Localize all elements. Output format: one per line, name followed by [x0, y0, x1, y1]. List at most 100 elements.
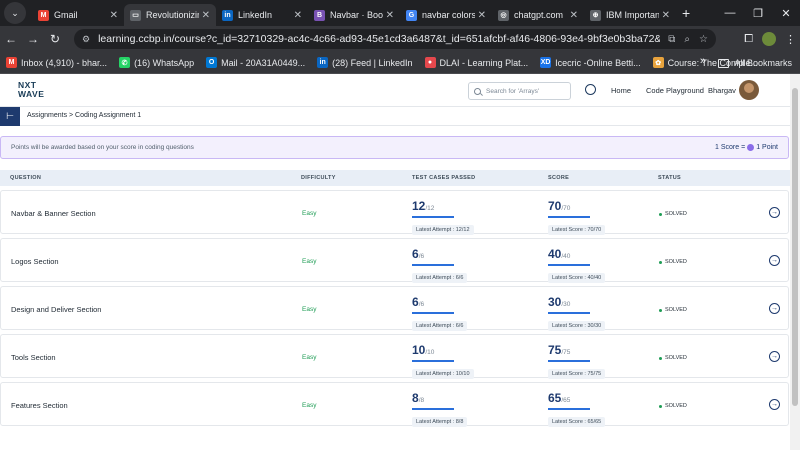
status-badge: SOLVED — [659, 211, 687, 217]
status-text: SOLVED — [665, 211, 687, 217]
status-badge: SOLVED — [659, 355, 687, 361]
page-scrollbar[interactable] — [790, 74, 800, 450]
status-dot-icon — [659, 260, 662, 264]
whatsapp-icon: ✆ — [119, 57, 131, 68]
points-info-text: Points will be awarded based on your sco… — [11, 144, 194, 151]
tab-search-icon[interactable]: ⌄ — [4, 2, 26, 24]
tab-close-icon[interactable]: ✕ — [570, 10, 578, 21]
question-name[interactable]: Logos Section — [11, 257, 59, 266]
difficulty-label: Easy — [302, 402, 317, 409]
coin-icon — [747, 144, 755, 151]
tab-close-icon[interactable]: ✕ — [294, 10, 302, 21]
test-cases-total: /6 — [418, 253, 425, 260]
bookmark-label: Mail - 20A31A0449... — [221, 57, 306, 68]
test-cases-cell: 8/8 Latest Attempt : 8/8 — [412, 389, 468, 428]
bootstrap-icon: B — [314, 9, 325, 21]
score-progress-bar — [548, 216, 590, 218]
test-cases-progress-bar — [412, 216, 454, 218]
difficulty-label: Easy — [302, 210, 317, 217]
browser-tab[interactable]: Gnavbar colors ✕ — [400, 4, 492, 26]
score-cell: 40/40 Latest Score : 40/40 — [548, 245, 606, 284]
latest-attempt: Latest Attempt : 6/6 — [412, 321, 468, 331]
score-point-ratio: 1 Score = 1 Point — [715, 144, 778, 151]
breadcrumb[interactable]: Assignments > Coding Assignment 1 — [27, 112, 141, 119]
browser-tabs: MGmail✕▭Revolutionizing✕inLinkedIn✕BNavb… — [32, 0, 676, 26]
chrome-menu-icon[interactable]: ⋮ — [785, 33, 796, 46]
question-name[interactable]: Tools Section — [11, 353, 56, 362]
new-tab-icon[interactable]: + — [682, 5, 690, 21]
dlai-icon: ● — [424, 57, 436, 68]
user-avatar[interactable] — [739, 80, 759, 100]
tab-close-icon[interactable]: ✕ — [386, 10, 394, 21]
site-info-icon[interactable]: ⚙ — [82, 34, 90, 45]
table-row[interactable]: Logos Section Easy 6/6 Latest Attempt : 6/6… — [0, 238, 789, 284]
minimize-icon[interactable]: — — [716, 7, 744, 19]
question-name[interactable]: Features Section — [11, 401, 68, 410]
chrome-profile-avatar[interactable] — [762, 32, 776, 46]
bookmark-label: DLAI - Learning Plat... — [439, 57, 529, 68]
nav-home-link[interactable]: Home — [611, 86, 631, 95]
more-bookmarks-icon[interactable]: » — [700, 55, 706, 67]
browser-tab[interactable]: M Gmail ✕ — [32, 4, 124, 26]
close-window-icon[interactable]: ✕ — [772, 7, 800, 20]
question-name[interactable]: Design and Deliver Section — [11, 305, 101, 314]
browser-tab[interactable]: ⊕ IBM Important ✕ — [584, 4, 676, 26]
open-in-app-icon[interactable]: ⧉ — [668, 34, 675, 45]
restore-icon[interactable]: ❐ — [744, 7, 772, 20]
open-question-arrow-icon[interactable]: → — [769, 303, 780, 314]
browser-tab[interactable]: in LinkedIn ✕ — [216, 4, 308, 26]
streak-icon[interactable] — [585, 84, 596, 95]
tab-close-icon[interactable]: ✕ — [110, 10, 118, 21]
folder-icon — [718, 58, 730, 68]
extensions-icon[interactable]: ⧠ — [744, 33, 753, 46]
bookmark-item[interactable]: ● DLAI - Learning Plat... — [424, 57, 529, 68]
all-bookmarks-button[interactable]: All Bookmarks — [718, 52, 792, 74]
bookmark-item[interactable]: in (28) Feed | LinkedIn — [317, 57, 413, 68]
bookmark-star-icon[interactable]: ☆ — [699, 34, 708, 45]
tab-close-icon[interactable]: ✕ — [662, 10, 670, 21]
browser-tab[interactable]: ▭ Revolutionizing✕ — [124, 4, 216, 26]
tab-close-icon[interactable]: ✕ — [202, 10, 210, 21]
tab-close-icon[interactable]: ✕ — [478, 10, 486, 21]
bookmark-item[interactable]: M Inbox (4,910) - bhar... — [6, 57, 107, 68]
address-bar[interactable]: ⚙ learning.ccbp.in/course?c_id=32710329-… — [74, 29, 716, 49]
nav-code-playground-link[interactable]: Code Playground — [646, 86, 704, 95]
reload-icon[interactable]: ↻ — [44, 32, 66, 46]
search-input[interactable]: Search for 'Arrays' — [468, 82, 571, 100]
user-name[interactable]: Bhargav — [708, 86, 736, 95]
bookmark-item[interactable]: O Mail - 20A31A0449... — [206, 57, 305, 68]
scrollbar-thumb[interactable] — [792, 88, 798, 406]
browser-tab[interactable]: B Navbar · Boot ✕ — [308, 4, 400, 26]
open-question-arrow-icon[interactable]: → — [769, 399, 780, 410]
bookmark-item[interactable]: ✆ (16) WhatsApp — [119, 57, 194, 68]
page-content: NXT WAVE Search for 'Arrays' Home Code P… — [0, 74, 790, 450]
nxtwave-logo[interactable]: NXT WAVE — [18, 81, 44, 99]
browser-tab[interactable]: ◎ chatgpt.com ✕ — [492, 4, 584, 26]
latest-score: Latest Score : 40/40 — [548, 273, 606, 283]
zoom-icon[interactable]: ⌕ — [684, 34, 690, 45]
table-row[interactable]: Tools Section Easy 10/10 Latest Attempt : 1… — [0, 334, 789, 379]
latest-attempt: Latest Attempt : 12/12 — [412, 225, 474, 235]
bookmark-item[interactable]: XD Icecric -Online Betti... — [540, 57, 641, 68]
test-cases-passed: 10 — [412, 343, 426, 357]
table-row[interactable]: Navbar & Banner Section Easy 12/12 Latest A… — [0, 190, 789, 235]
score-total: /70 — [561, 205, 571, 212]
table-row[interactable]: Design and Deliver Section Easy 6/6 Latest … — [0, 286, 789, 331]
bookmark-label: (28) Feed | LinkedIn — [332, 57, 413, 68]
latest-attempt: Latest Attempt : 10/10 — [412, 369, 474, 379]
question-name[interactable]: Navbar & Banner Section — [11, 209, 96, 218]
open-question-arrow-icon[interactable]: → — [769, 207, 780, 218]
status-dot-icon — [659, 308, 662, 312]
site-header: NXT WAVE Search for 'Arrays' Home Code P… — [0, 74, 790, 106]
table-row[interactable]: Features Section Easy 8/8 Latest Attempt : … — [0, 382, 789, 428]
score-ratio-left: 1 Score = — [715, 144, 746, 151]
score-total: /30 — [561, 301, 571, 308]
open-question-arrow-icon[interactable]: → — [769, 351, 780, 362]
test-cases-total: /8 — [418, 397, 425, 404]
back-icon[interactable]: ← — [0, 32, 22, 46]
gmail-icon: M — [38, 9, 49, 21]
open-question-arrow-icon[interactable]: → — [769, 255, 780, 266]
sidebar-toggle-icon[interactable]: ⊢ — [0, 107, 20, 126]
score-ratio-right: 1 Point — [756, 144, 778, 151]
forward-icon[interactable]: → — [22, 32, 44, 46]
